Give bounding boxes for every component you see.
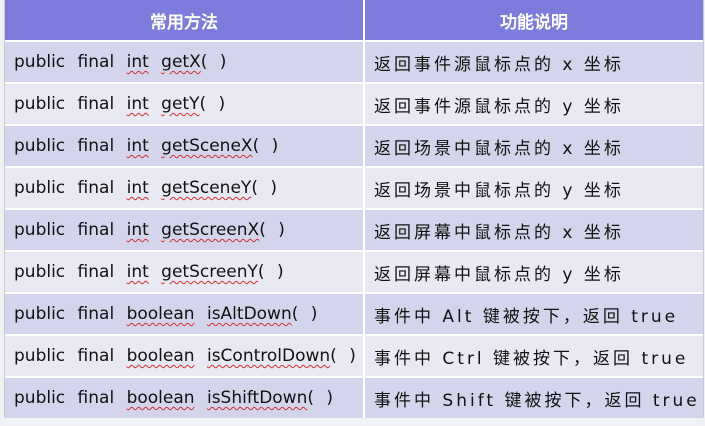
method-description-cell: 返回事件源鼠标点的 y 坐标: [364, 82, 703, 125]
method-name: getSceneX: [161, 136, 253, 156]
method-name: getScreenX: [161, 220, 260, 240]
method-description-cell: 返回场景中鼠标点的 y 坐标: [364, 166, 703, 209]
method-signature-cell: public final int getScreenY( ): [5, 250, 365, 293]
method-signature-cell: public final int getScreenX( ): [5, 208, 365, 251]
method-parentheses: ( ): [259, 220, 285, 240]
signature-modifiers: public final: [14, 136, 115, 156]
method-name: getScreenY: [161, 262, 258, 282]
table-row: public final boolean isAltDown( ) 事件中 Alt…: [5, 292, 703, 335]
signature-modifiers: public final: [14, 388, 115, 408]
method-parentheses: ( ): [251, 178, 277, 198]
table-row: public final boolean isShiftDown( ) 事件中 S…: [5, 376, 703, 418]
method-parentheses: ( ): [199, 94, 226, 114]
signature-modifiers: public final: [14, 52, 115, 72]
header-function-description: 功能说明: [364, 0, 703, 41]
method-parentheses: ( ): [330, 346, 356, 366]
method-name: isControlDown: [206, 346, 331, 366]
return-type: int: [126, 94, 149, 114]
method-signature-cell: public final boolean isShiftDown( ): [5, 376, 365, 418]
method-name: isAltDown: [206, 304, 292, 324]
methods-table: 常用方法 功能说明 public final int getX( ) 返回事件源鼠…: [5, 0, 703, 418]
table-row: public final int getY( ) 返回事件源鼠标点的 y 坐标: [5, 82, 703, 125]
method-parentheses: ( ): [252, 136, 279, 156]
method-description-cell: 事件中 Shift 键被按下，返回 true: [364, 376, 703, 418]
method-name: getY: [161, 94, 200, 114]
table-row: public final int getScreenY( ) 返回屏幕中鼠标点的 …: [5, 250, 703, 293]
method-parentheses: ( ): [291, 304, 318, 324]
table-row: public final int getSceneY( ) 返回场景中鼠标点的 y…: [5, 166, 703, 209]
signature-modifiers: public final: [14, 346, 115, 366]
header-common-methods: 常用方法: [5, 0, 365, 41]
method-name: getSceneY: [161, 178, 252, 198]
return-type: boolean: [126, 388, 195, 408]
method-description-cell: 返回事件源鼠标点的 x 坐标: [364, 40, 703, 83]
method-parentheses: ( ): [200, 52, 227, 72]
return-type: int: [126, 262, 149, 282]
method-description-cell: 返回屏幕中鼠标点的 x 坐标: [364, 208, 703, 251]
method-signature-cell: public final boolean isControlDown( ): [5, 334, 365, 377]
table-row: public final int getSceneX( ) 返回场景中鼠标点的 x…: [5, 124, 703, 167]
method-description-cell: 事件中 Alt 键被按下，返回 true: [364, 292, 703, 335]
method-name: isShiftDown: [206, 388, 308, 408]
signature-modifiers: public final: [14, 262, 115, 282]
table-header-row: 常用方法 功能说明: [5, 0, 703, 41]
method-description-cell: 返回场景中鼠标点的 x 坐标: [364, 124, 703, 167]
table-row: public final int getX( ) 返回事件源鼠标点的 x 坐标: [5, 40, 703, 83]
table-row: public final int getScreenX( ) 返回屏幕中鼠标点的 …: [5, 208, 703, 251]
signature-modifiers: public final: [14, 220, 115, 240]
return-type: boolean: [126, 304, 195, 324]
signature-modifiers: public final: [14, 304, 115, 324]
method-signature-cell: public final int getY( ): [5, 82, 365, 125]
return-type: int: [126, 52, 149, 72]
method-description-cell: 事件中 Ctrl 键被按下，返回 true: [364, 334, 703, 377]
signature-modifiers: public final: [14, 178, 115, 198]
method-signature-cell: public final int getX( ): [5, 40, 365, 83]
method-description-cell: 返回屏幕中鼠标点的 y 坐标: [364, 250, 703, 293]
return-type: int: [126, 178, 149, 198]
method-signature-cell: public final int getSceneY( ): [5, 166, 365, 209]
method-signature-cell: public final int getSceneX( ): [5, 124, 365, 167]
signature-modifiers: public final: [14, 94, 115, 114]
method-name: getX: [161, 52, 201, 72]
table-row: public final boolean isControlDown( ) 事件中…: [5, 334, 703, 377]
method-signature-cell: public final boolean isAltDown( ): [5, 292, 365, 335]
return-type: int: [126, 136, 149, 156]
method-parentheses: ( ): [307, 388, 334, 408]
return-type: int: [126, 220, 149, 240]
return-type: boolean: [126, 346, 195, 366]
method-parentheses: ( ): [257, 262, 284, 282]
methods-table-container: 常用方法 功能说明 public final int getX( ) 返回事件源鼠…: [4, 0, 704, 418]
